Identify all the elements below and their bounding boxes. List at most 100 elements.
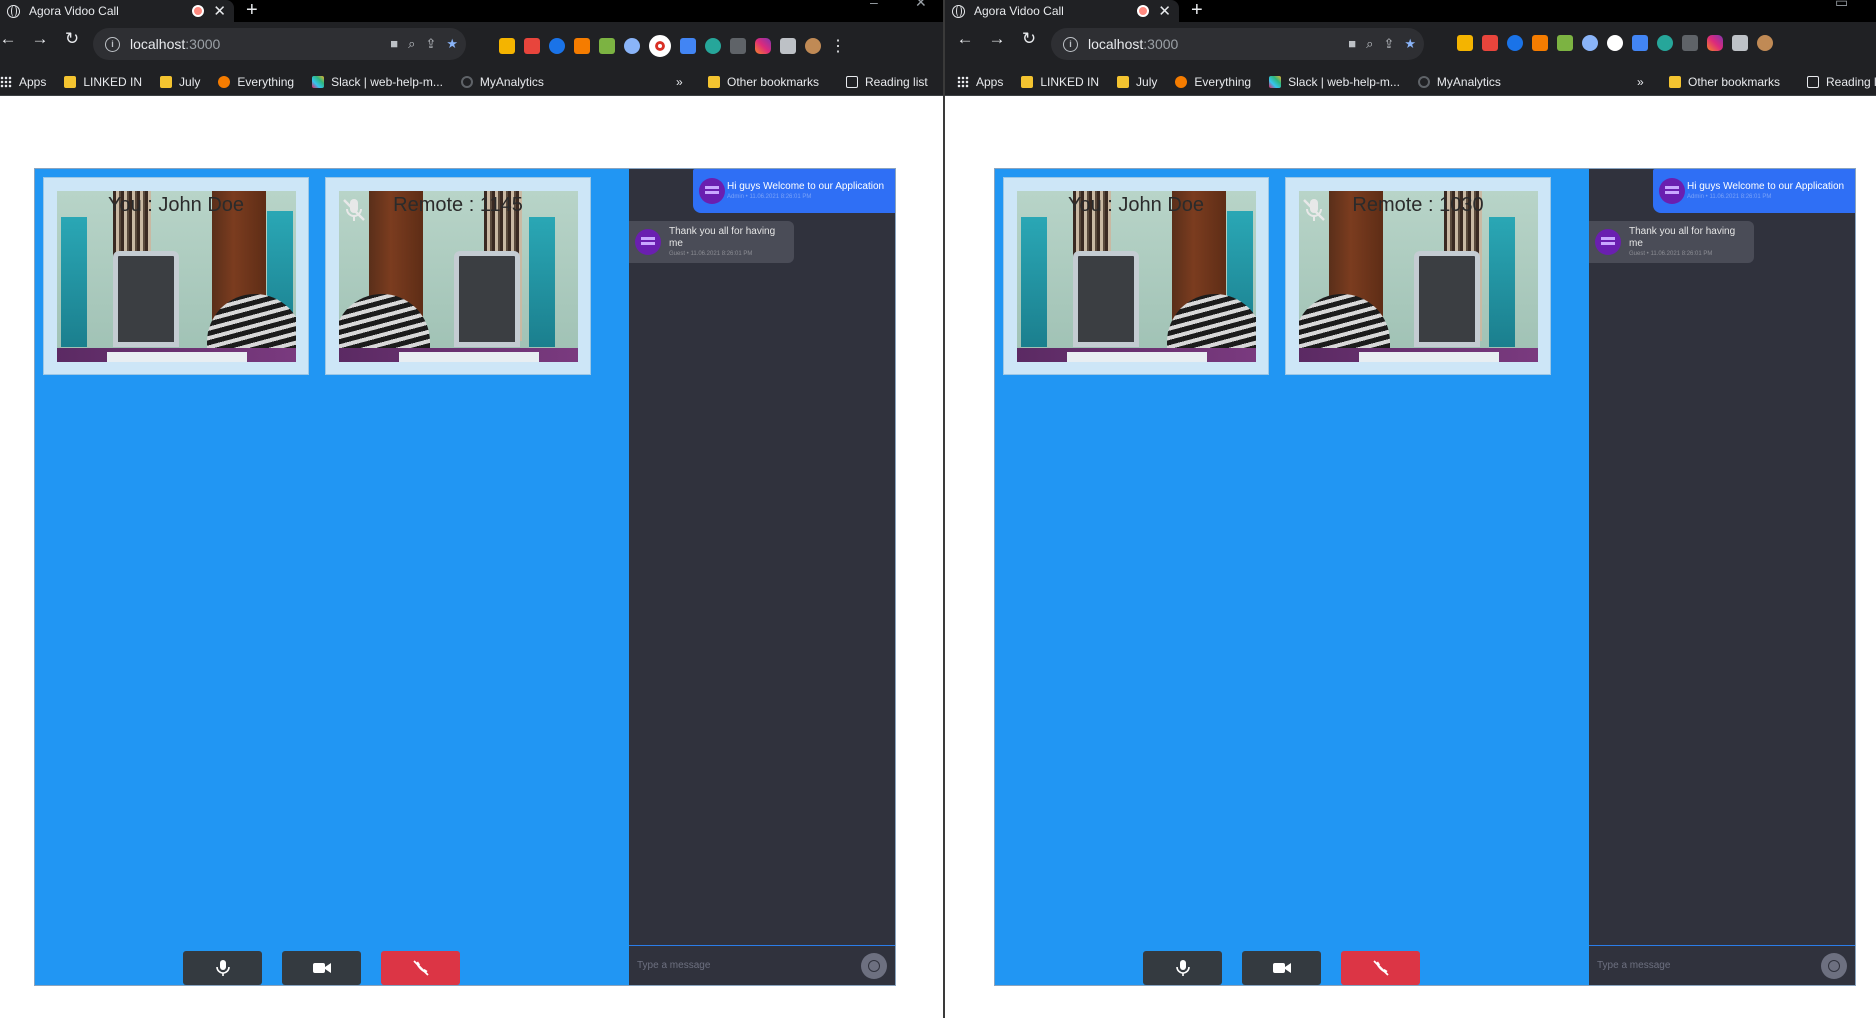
bookmark-other[interactable]: Other bookmarks [1669, 75, 1780, 89]
bookmark-slack[interactable]: Slack | web-help-m... [312, 75, 443, 89]
extension-icon[interactable] [1582, 35, 1598, 51]
browser-tab[interactable]: Agora Vidoo Call ✕ [0, 0, 234, 22]
mic-button[interactable] [183, 951, 262, 985]
bookmark-linkedin[interactable]: LINKED IN [64, 75, 142, 89]
slack-icon [312, 75, 325, 88]
site-info-icon[interactable]: i [1063, 36, 1078, 52]
code-extension-icon[interactable] [730, 38, 746, 54]
camera-in-use-icon[interactable]: ■ [390, 36, 398, 52]
android-extension-icon[interactable] [1557, 35, 1573, 51]
reading-list[interactable]: Reading l [1807, 75, 1876, 89]
back-icon[interactable]: ← [0, 29, 20, 49]
message-input[interactable]: Type a message [1597, 960, 1821, 971]
bookmark-myanalytics[interactable]: MyAnalytics [460, 75, 544, 89]
desktop: Agora Vidoo Call ✕ + – ✕ ← → ↻ i localho… [0, 0, 1876, 1018]
bookmark-myanalytics[interactable]: MyAnalytics [1417, 75, 1501, 89]
chat-message-incoming: Thank you all for having me Guest • 11.0… [629, 221, 794, 263]
extension-icon[interactable] [624, 38, 640, 54]
extension-icon[interactable] [549, 38, 565, 54]
forward-icon[interactable]: → [985, 29, 1009, 49]
bookmark-everything[interactable]: Everything [1175, 75, 1251, 89]
extension-icon[interactable] [1657, 35, 1673, 51]
more-bookmarks-icon[interactable]: » [676, 75, 683, 89]
puzzle-extensions-icon[interactable] [780, 38, 796, 54]
page-content: You : John Doe [0, 96, 943, 1018]
reading-list[interactable]: Reading list [846, 75, 928, 89]
camera-in-use-icon[interactable]: ■ [1348, 36, 1356, 52]
message-text: Thank you all for having me [1629, 226, 1736, 249]
code-extension-icon[interactable] [1682, 35, 1698, 51]
profile-avatar[interactable] [805, 38, 821, 54]
profile-avatar[interactable] [1757, 35, 1773, 51]
window-close-icon[interactable]: ✕ [915, 0, 927, 11]
bookmark-apps[interactable]: Apps [0, 75, 46, 89]
bookmark-july[interactable]: July [160, 75, 200, 89]
extension-icon[interactable] [680, 38, 696, 54]
restore-icon[interactable]: ▭ [1835, 0, 1848, 11]
share-icon[interactable]: ⇪ [425, 36, 436, 52]
back-icon[interactable]: ← [953, 29, 977, 49]
send-icon[interactable] [1821, 952, 1847, 979]
record-extension-icon[interactable] [649, 35, 671, 57]
bookmark-july[interactable]: July [1117, 75, 1157, 89]
extension-icon[interactable] [524, 38, 540, 54]
extension-icon[interactable] [1532, 35, 1548, 51]
site-info-icon[interactable]: i [105, 36, 120, 52]
record-extension-icon[interactable] [1607, 35, 1623, 51]
end-call-button[interactable] [1341, 951, 1420, 985]
puzzle-extensions-icon[interactable] [1732, 35, 1748, 51]
message-meta: Admin • 11.06.2021 8:26:01 PM [727, 194, 812, 200]
phone-hangup-icon [1372, 960, 1389, 976]
camera-button[interactable] [1242, 951, 1321, 985]
address-bar[interactable]: i localhost:3000 ■ ⌕ ⇪ ★ [93, 28, 466, 60]
zoom-icon[interactable]: ⌕ [1366, 36, 1373, 52]
browser-toolbar: ← → ↻ i localhost:3000 ■ ⌕ ⇪ ★ [0, 22, 943, 68]
myanalytics-icon [1417, 75, 1430, 88]
message-meta: Guest • 11.06.2021 8:26:01 PM [669, 251, 753, 257]
reload-icon[interactable]: ↻ [60, 29, 84, 49]
browser-tab[interactable]: Agora Vidoo Call ✕ [945, 0, 1179, 22]
bookmark-star-icon[interactable]: ★ [1404, 36, 1416, 52]
bookmark-star-icon[interactable]: ★ [446, 36, 458, 52]
bookmark-other[interactable]: Other bookmarks [708, 75, 819, 89]
message-composer[interactable]: Type a message [1589, 945, 1855, 985]
new-tab-icon[interactable]: + [246, 0, 258, 21]
mic-button[interactable] [1143, 951, 1222, 985]
android-extension-icon[interactable] [599, 38, 615, 54]
extension-icon[interactable] [1482, 35, 1498, 51]
bookmark-linkedin[interactable]: LINKED IN [1021, 75, 1099, 89]
extension-icon[interactable] [499, 38, 515, 54]
extension-icon[interactable] [1632, 35, 1648, 51]
bookmark-everything[interactable]: Everything [218, 75, 294, 89]
camera-button[interactable] [282, 951, 361, 985]
extension-icon[interactable] [574, 38, 590, 54]
avatar [635, 229, 661, 255]
message-composer[interactable]: Type a message [629, 945, 895, 985]
reading-list-icon [846, 75, 858, 88]
globe-icon [7, 4, 20, 18]
end-call-button[interactable] [381, 951, 460, 985]
zoom-icon[interactable]: ⌕ [408, 36, 415, 52]
bookmark-slack[interactable]: Slack | web-help-m... [1269, 75, 1400, 89]
message-input[interactable]: Type a message [637, 960, 861, 971]
close-tab-icon[interactable]: ✕ [213, 2, 226, 20]
instagram-icon[interactable] [1707, 35, 1723, 51]
more-bookmarks-icon[interactable]: » [1637, 75, 1644, 89]
forward-icon[interactable]: → [28, 29, 52, 49]
share-icon[interactable]: ⇪ [1383, 36, 1394, 52]
bookmark-apps[interactable]: Apps [957, 75, 1003, 89]
extension-icon[interactable] [1457, 35, 1473, 51]
chat-panel: Hi guys Welcome to our Application Admin… [1589, 169, 1855, 985]
extension-icon[interactable] [1507, 35, 1523, 51]
instagram-icon[interactable] [755, 38, 771, 54]
minimize-icon[interactable]: – [870, 0, 878, 10]
new-tab-icon[interactable]: + [1191, 0, 1203, 21]
address-bar[interactable]: i localhost:3000 ■ ⌕ ⇪ ★ [1051, 28, 1424, 60]
close-tab-icon[interactable]: ✕ [1158, 2, 1171, 20]
participant-label: Remote : 1145 [393, 194, 523, 216]
menu-kebab-icon[interactable]: ⋮ [830, 36, 846, 56]
send-icon[interactable] [861, 952, 887, 979]
extension-icon[interactable] [705, 38, 721, 54]
reload-icon[interactable]: ↻ [1017, 29, 1041, 49]
video-grid: You : John Doe [995, 169, 1589, 985]
